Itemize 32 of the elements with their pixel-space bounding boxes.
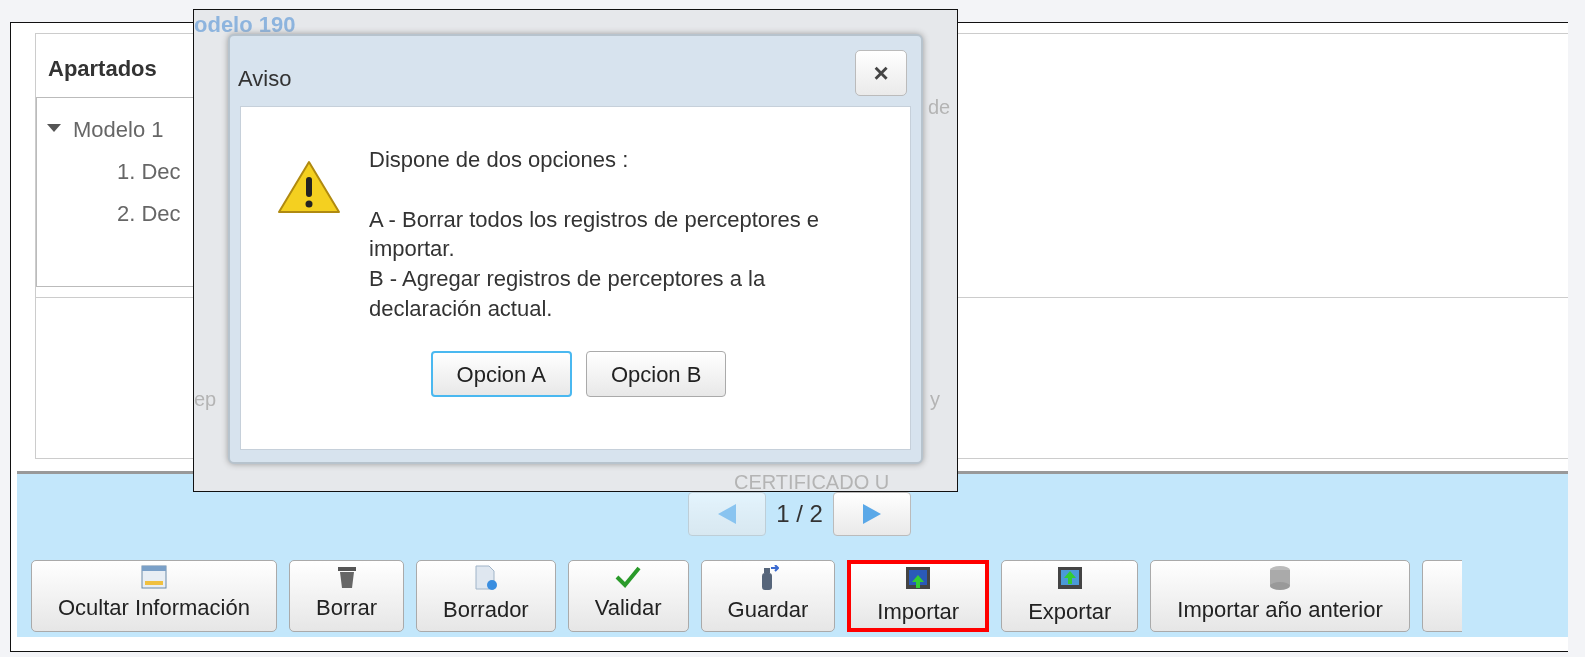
next-page-button[interactable]	[832, 492, 911, 536]
previous-page-button[interactable]	[688, 492, 767, 536]
warning-icon	[277, 159, 341, 215]
toolbar-button[interactable]: Validar	[567, 560, 689, 632]
dialog-button[interactable]: Opcion A	[430, 351, 572, 398]
toolbar-button[interactable]: Exportar	[1001, 560, 1139, 632]
toolbar-button[interactable]: Borrador	[416, 560, 556, 632]
dialog-message: Dispone de dos opciones :	[369, 146, 630, 174]
left-triangle-icon	[718, 504, 737, 524]
dialog-message: B - Agregar registros de perceptores a la declaración actual.	[369, 265, 767, 323]
toolbar-button[interactable]: Guardar	[700, 560, 836, 632]
trash-icon	[335, 565, 358, 589]
page-indicator: 1 / 2	[776, 499, 823, 529]
panel-title: Apartados	[47, 55, 158, 83]
tree-item[interactable]: Modelo 1	[73, 112, 164, 146]
close-button[interactable]: ×	[855, 50, 907, 96]
document-icon	[473, 565, 498, 591]
dialog-message: A - Borrar todos los registros de perceptores e importar.	[369, 205, 820, 264]
dialog-title: Aviso	[238, 65, 292, 93]
window-icon	[141, 565, 167, 589]
right-triangle-icon	[862, 504, 881, 524]
page-heading: odelo 190	[194, 11, 296, 39]
tree-item[interactable]: 2. Dec	[117, 196, 181, 230]
tree-item[interactable]: 1. Dec	[117, 154, 181, 188]
toolbar-button[interactable]: Importar	[847, 560, 990, 632]
toolbar-button[interactable]: Importar año anterior	[1150, 560, 1410, 632]
expanded-caret-icon[interactable]	[47, 124, 61, 134]
toolbar-button[interactable]: Borrar	[288, 560, 405, 632]
toolbar-button[interactable]	[1421, 560, 1462, 632]
dialog-button[interactable]: Opcion B	[585, 351, 727, 398]
toolbar-button[interactable]: Ocultar Información	[31, 560, 277, 632]
check-icon	[615, 565, 642, 589]
